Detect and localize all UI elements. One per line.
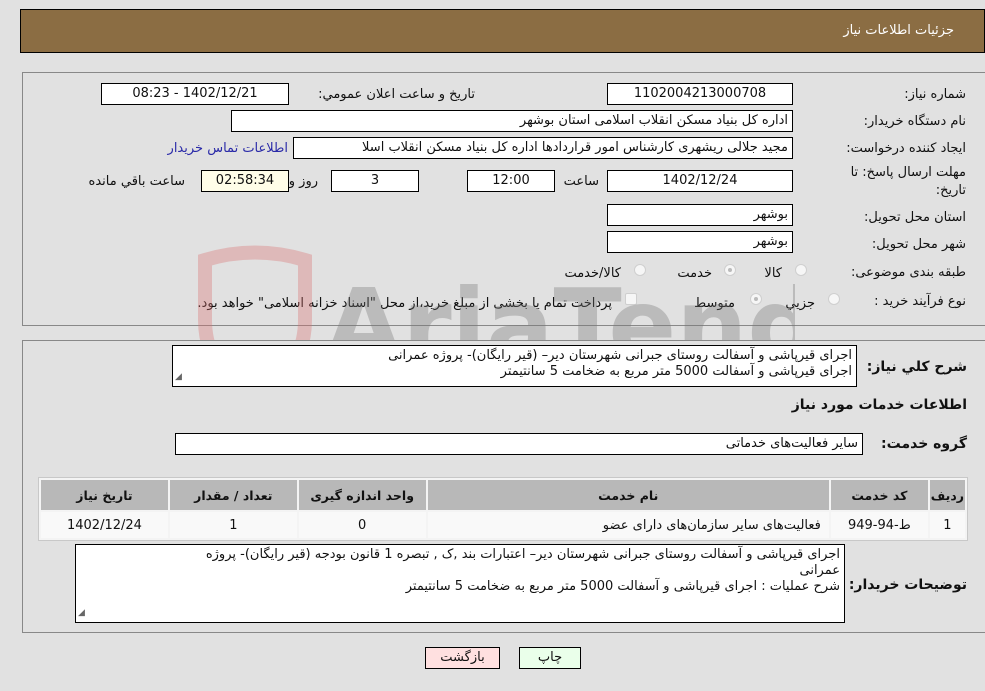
days-remaining-field[interactable]: 3 bbox=[331, 170, 419, 192]
creator-label: ایجاد کننده درخواست: bbox=[846, 141, 966, 156]
province-label: استان محل تحویل: bbox=[864, 210, 966, 225]
description-line: اجرای قیرپاشی و آسفالت روستای جبرانی شهر… bbox=[388, 348, 852, 363]
creator-field[interactable]: مجید جلالی ریشهری کارشناس امور قراردادها… bbox=[293, 137, 793, 159]
buyer-org-field[interactable]: اداره کل بنیاد مسکن انقلاب اسلامی استان … bbox=[231, 110, 793, 132]
announce-date-label: تاریخ و ساعت اعلان عمومي: bbox=[318, 87, 475, 102]
print-button[interactable]: چاپ bbox=[519, 647, 581, 669]
description-label: شرح کلي نياز: bbox=[866, 359, 967, 375]
deadline-time-label: ساعت bbox=[563, 174, 599, 189]
process-small-radio[interactable] bbox=[828, 293, 840, 305]
category-service-label: خدمت bbox=[677, 266, 712, 281]
table-row: 1 ط-94-949 فعالیت‌های سایر سازمان‌های دا… bbox=[41, 512, 965, 538]
resize-grip-icon[interactable]: ◢ bbox=[175, 369, 182, 385]
cell-unit: 0 bbox=[298, 512, 426, 538]
need-number-field[interactable]: 1102004213000708 bbox=[607, 83, 793, 105]
buyer-notes-line: شرح عملیات : اجرای قیرپاشی و آسفالت 5000… bbox=[405, 579, 840, 594]
category-goods-label: کالا bbox=[764, 266, 782, 281]
process-medium-label: متوسط bbox=[694, 296, 735, 311]
category-goods-service-label: کالا/خدمت bbox=[564, 266, 621, 281]
buyer-notes-textarea[interactable]: اجرای قیرپاشی و آسفالت روستای جبرانی شهر… bbox=[75, 544, 845, 623]
service-group-label: گروه خدمت: bbox=[881, 436, 967, 452]
cell-date: 1402/12/24 bbox=[41, 512, 168, 538]
process-medium-radio[interactable] bbox=[750, 293, 762, 305]
services-table: ردیف کد خدمت نام خدمت واحد اندازه گیری ت… bbox=[38, 477, 968, 541]
city-field[interactable]: بوشهر bbox=[607, 231, 793, 253]
buyer-notes-line: اجرای قیرپاشی و آسفالت روستای جبرانی شهر… bbox=[205, 547, 840, 562]
col-qty-header: تعداد / مقدار bbox=[169, 480, 297, 510]
deadline-date-field[interactable]: 1402/12/24 bbox=[607, 170, 793, 192]
category-label: طبقه بندی موضوعی: bbox=[850, 265, 966, 280]
table-header-row: ردیف کد خدمت نام خدمت واحد اندازه گیری ت… bbox=[41, 480, 965, 510]
deadline-time-field[interactable]: 12:00 bbox=[467, 170, 555, 192]
description-textarea[interactable]: اجرای قیرپاشی و آسفالت روستای جبرانی شهر… bbox=[172, 345, 857, 387]
province-field[interactable]: بوشهر bbox=[607, 204, 793, 226]
deadline-label-2: تاریخ: bbox=[935, 183, 966, 198]
time-remaining-field[interactable]: 02:58:34 bbox=[201, 170, 289, 192]
col-name-header: نام خدمت bbox=[427, 480, 829, 510]
cell-code: ط-94-949 bbox=[830, 512, 928, 538]
category-goods-radio[interactable] bbox=[795, 264, 807, 276]
col-date-header: تاریخ نیاز bbox=[41, 480, 168, 510]
need-number-label: شماره نیاز: bbox=[904, 87, 966, 102]
process-type-label: نوع فرآیند خرید : bbox=[874, 294, 966, 309]
days-label: روز و bbox=[288, 174, 318, 189]
time-remaining-label: ساعت باقي مانده bbox=[88, 174, 185, 189]
resize-grip-icon[interactable]: ◢ bbox=[78, 605, 85, 621]
buyer-notes-label: توضیحات خریدار: bbox=[848, 577, 967, 593]
buyer-contact-link[interactable]: اطلاعات تماس خریدار bbox=[168, 141, 288, 156]
page-header: جزئيات اطلاعات نياز bbox=[20, 9, 985, 53]
back-button[interactable]: بازگشت bbox=[425, 647, 500, 669]
cell-row: 1 bbox=[929, 512, 965, 538]
cell-qty: 1 bbox=[169, 512, 297, 538]
buyer-notes-line: عمرانی bbox=[799, 563, 840, 578]
treasury-checkbox[interactable] bbox=[625, 293, 637, 305]
treasury-note: پرداخت تمام یا بخشی از مبلغ خرید،از محل … bbox=[197, 296, 612, 311]
process-small-label: جزیي bbox=[785, 296, 815, 311]
page-title: جزئيات اطلاعات نياز bbox=[843, 23, 954, 38]
col-row-header: ردیف bbox=[929, 480, 965, 510]
buyer-org-label: نام دستگاه خریدار: bbox=[863, 114, 966, 129]
services-section-title: اطلاعات خدمات مورد نياز bbox=[791, 397, 967, 413]
col-code-header: کد خدمت bbox=[830, 480, 928, 510]
category-goods-service-radio[interactable] bbox=[634, 264, 646, 276]
announce-date-field[interactable]: 1402/12/21 - 08:23 bbox=[101, 83, 289, 105]
deadline-label: مهلت ارسال پاسخ: تا bbox=[850, 165, 966, 180]
description-line: اجرای قیرپاشی و آسفالت 5000 متر مربع به … bbox=[500, 364, 852, 379]
service-group-field[interactable]: سایر فعالیت‌های خدماتی bbox=[175, 433, 863, 455]
cell-name: فعالیت‌های سایر سازمان‌های دارای عضو bbox=[427, 512, 829, 538]
category-service-radio[interactable] bbox=[724, 264, 736, 276]
col-unit-header: واحد اندازه گیری bbox=[298, 480, 426, 510]
city-label: شهر محل تحویل: bbox=[871, 237, 966, 252]
